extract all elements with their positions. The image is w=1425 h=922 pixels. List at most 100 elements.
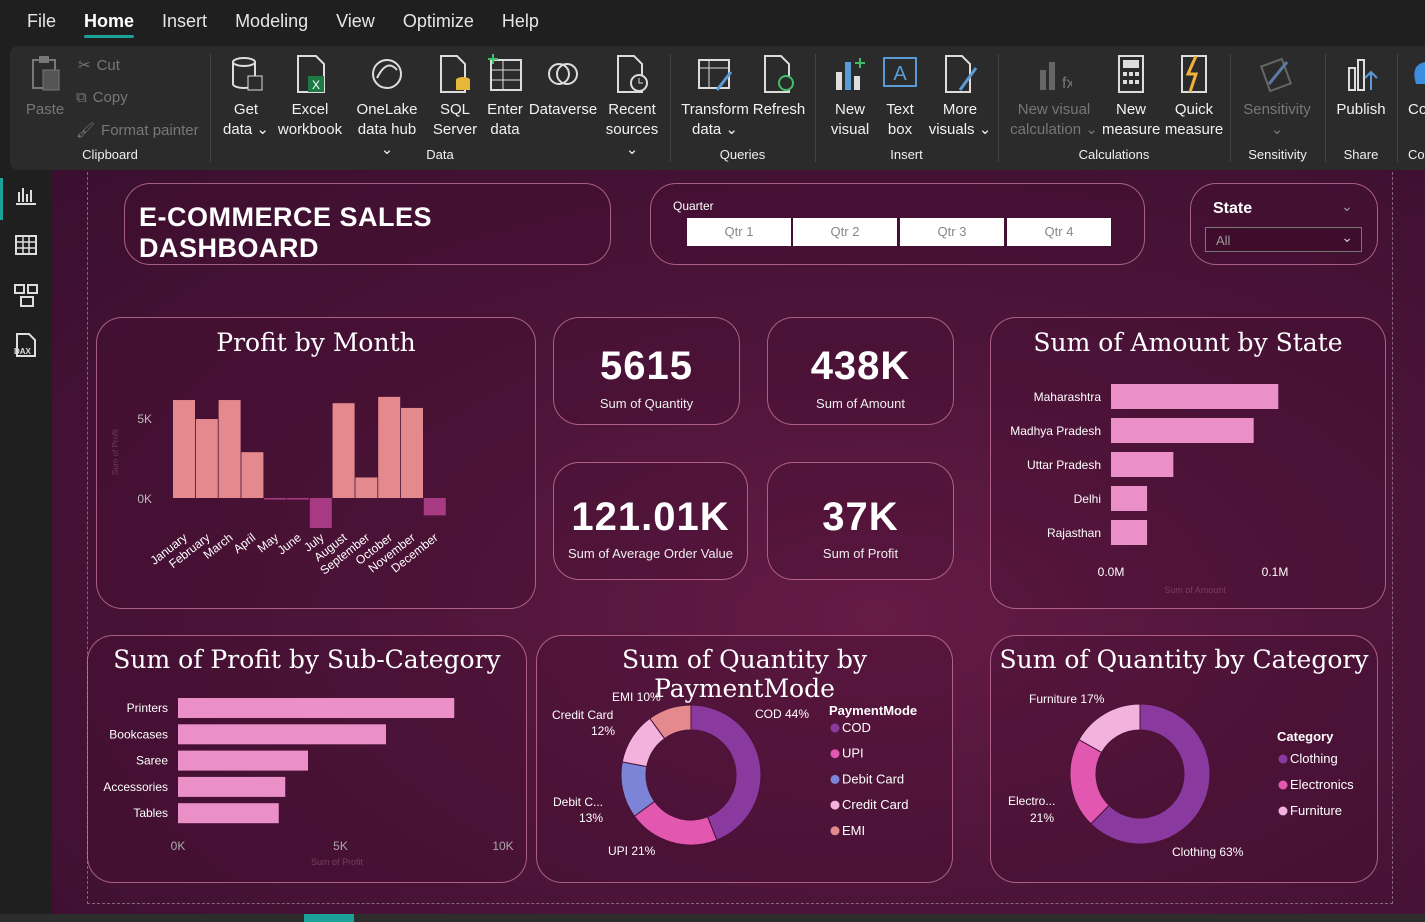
y-tick-label: Madhya Pradesh [1010,424,1101,438]
bar-uttar-pradesh [1111,452,1174,477]
clipboard-group-label: Clipboard [82,147,138,162]
dataverse-icon [548,63,578,85]
new-visual-calculation-button[interactable]: fx New visual calculation ⌄ [1006,54,1102,140]
excel-workbook-button[interactable]: X Excel workbook [272,54,348,140]
new-measure-line1: New [1115,101,1146,118]
new-measure-line2: measure [1102,121,1161,138]
y-tick-label: Printers [127,701,168,715]
active-view-indicator [0,178,3,220]
queries-group-label: Queries [719,147,766,162]
calculations-group-label: Calculations [1078,147,1150,162]
format-painter-label: Format painter [101,121,199,139]
refresh-label: Refresh [752,101,806,118]
scissors-icon: ✂ [78,57,91,74]
sensitivity-button[interactable]: Sensitivity ⌄ [1238,54,1316,140]
state-dropdown[interactable]: All ⌄ [1205,227,1362,252]
new-measure-button[interactable]: New measure [1102,54,1160,140]
quarter-option-q4[interactable]: Qtr 4 [1007,218,1111,246]
quarter-option-q1[interactable]: Qtr 1 [687,218,791,246]
y-tick-label: 0K [137,492,152,506]
y-tick-label: Bookcases [109,727,168,741]
more-visuals-line1: More [942,101,978,118]
menu-home[interactable]: Home [70,0,148,46]
dashboard-title: E-COMMERCE SALES DASHBOARD [139,202,433,263]
onelake-data-hub-button[interactable]: OneLake data hub ⌄ [350,54,424,160]
legend-title: Category [1277,729,1334,744]
view-navigation: DAX [0,170,50,922]
kpi-quantity-card: 5615 Sum of Quantity [553,317,740,425]
legend-item: COD [842,720,871,735]
menu-view[interactable]: View [322,0,389,46]
bar-september [355,477,378,498]
excel-line1: Excel [291,101,329,118]
quarter-option-q3[interactable]: Qtr 3 [900,218,1004,246]
legend-item: Electronics [1290,777,1354,792]
copy-label: Copy [92,89,128,106]
legend-item: UPI [842,746,864,761]
publish-button[interactable]: Publish [1331,54,1391,120]
onelake-line1: OneLake [356,101,418,118]
menu-insert[interactable]: Insert [148,0,221,46]
legend-item: Credit Card [842,797,908,812]
slice-furniture [1078,703,1141,754]
copy-button[interactable]: ⧉ Copy [76,89,128,106]
recent-sources-button[interactable]: Recent sources ⌄ [600,54,664,160]
dax-query-view-icon[interactable]: DAX [13,332,39,358]
svg-text:A: A [893,63,907,85]
menu-modeling[interactable]: Modeling [221,0,322,46]
copilot-icon [1414,62,1425,84]
x-tick-label: 10K [492,839,513,853]
copilot-button[interactable]: Co [1408,54,1425,120]
menu-optimize[interactable]: Optimize [389,0,488,46]
menu-file[interactable]: File [0,0,70,46]
get-data-button[interactable]: Get data ⌄ [218,54,274,140]
quarter-option-q2[interactable]: Qtr 2 [793,218,897,246]
sensitivity-group-label: Sensitivity [1248,147,1307,162]
quick-measure-button[interactable]: Quick measure [1162,54,1226,140]
chevron-down-icon[interactable]: ⌄ [1341,198,1353,215]
y-tick-label: Maharashtra [1034,390,1102,404]
refresh-button[interactable]: Refresh [752,54,806,120]
model-view-icon[interactable] [13,282,39,308]
slice-label: 21% [1030,811,1054,825]
kpi-value: 5615 [600,344,693,388]
sensitivity-group: Sensitivity ⌄ Sensitivity [1230,46,1325,170]
legend-title: PaymentMode [829,703,917,718]
amount-by-state-chart: Maharashtra Madhya Pradesh Uttar Pradesh De… [1010,384,1288,595]
svg-text:fx: fx [1062,75,1072,92]
profit-by-month-chart: 5K0KSum of ProfitJanuaryFebruaryMarchApr… [111,396,446,578]
dataverse-label: Dataverse [528,101,598,118]
sql-server-button[interactable]: SQL Server [428,54,482,140]
quick-measure-line2: measure [1164,121,1224,138]
y-tick-label: Saree [136,754,168,768]
cut-button[interactable]: ✂ Cut [78,56,120,75]
y-tick-label: Rajasthan [1047,526,1101,540]
dataverse-button[interactable]: Dataverse [528,54,598,120]
y-tick-label: Accessories [103,780,168,794]
bar-february [195,419,218,498]
report-view-icon[interactable] [13,182,39,208]
bar-april [241,452,264,498]
text-box-button[interactable]: A Text box [879,54,921,140]
bar-maharashtra [1111,384,1279,409]
menu-bar: File Home Insert Modeling View Optimize … [0,0,1425,46]
transform-line2: data [692,121,722,138]
kpi-label: Sum of Quantity [599,396,694,411]
enter-data-line2: data [490,121,520,138]
quantity-by-paymentmode-chart: COD 44% UPI 21% Debit C... 13% Credit Card 12… [552,690,917,858]
more-visuals-button[interactable]: More visuals ⌄ [927,54,993,140]
enter-data-button[interactable]: Enter data [482,54,528,140]
page-tabs-bar [0,914,1425,922]
page-tab[interactable] [304,914,354,922]
recent-line2: sources [605,121,659,138]
format-painter-button[interactable]: 🖌 Format painter [76,121,199,140]
slice-label: UPI 21% [608,844,656,858]
menu-help[interactable]: Help [488,0,553,46]
new-visual-button[interactable]: New visual [829,54,871,140]
kpi-amount-card: 438K Sum of Amount [767,317,954,425]
enter-data-line1: Enter [487,101,523,118]
legend-item: Furniture [1290,803,1342,818]
transform-data-button[interactable]: Transform data ⌄ [680,54,750,140]
table-view-icon[interactable] [13,232,39,258]
paste-button[interactable]: Paste [24,54,66,120]
